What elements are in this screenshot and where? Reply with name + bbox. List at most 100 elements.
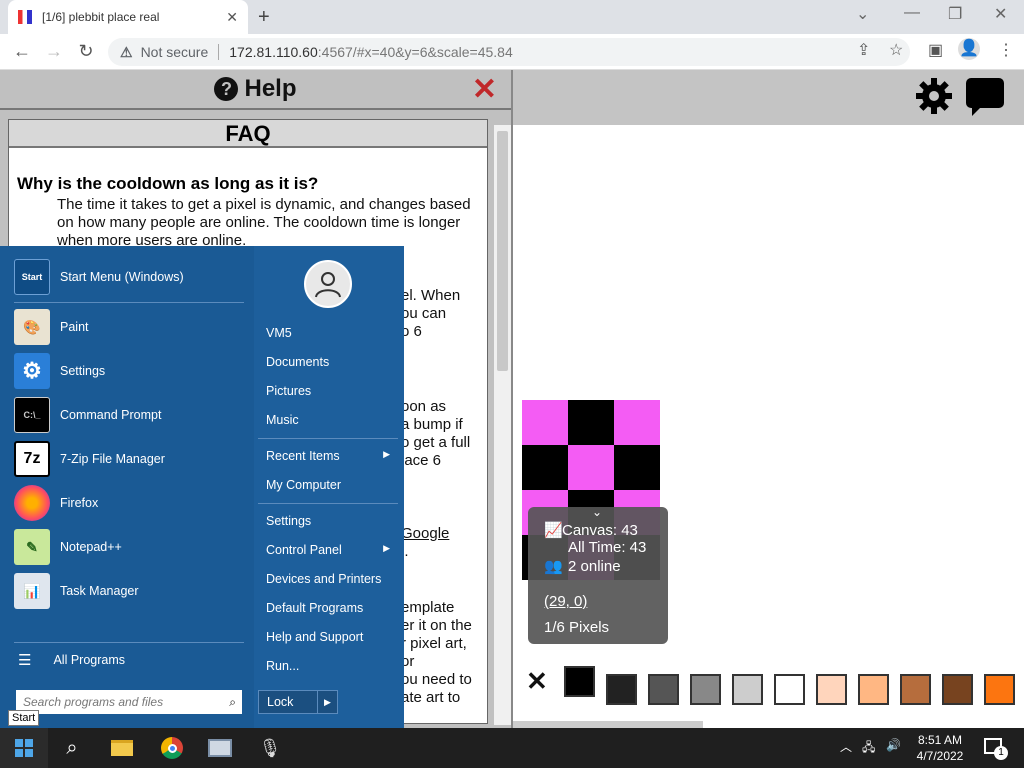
palette-swatch[interactable] <box>606 674 637 705</box>
submenu-arrow-icon: ▶ <box>383 449 390 459</box>
pinned-command-prompt[interactable]: C:\_ Command Prompt <box>14 396 161 434</box>
volume-icon[interactable]: 🔊 <box>886 738 901 768</box>
bookmark-star-icon[interactable]: ☆ <box>889 40 903 60</box>
canvas-pixel[interactable] <box>522 445 568 490</box>
faq-google-link[interactable]: Google <box>401 525 449 543</box>
start-right-item[interactable]: VM5 <box>266 326 394 340</box>
palette-swatch[interactable] <box>942 674 973 705</box>
start-right-item[interactable]: Pictures <box>266 384 394 398</box>
new-tab-button[interactable]: + <box>258 6 270 29</box>
tray-expand-icon[interactable]: ︿ <box>840 738 852 768</box>
browser-tabstrip: [1/6] plebbit place real ✕ + ⌄ — ❐ ✕ <box>0 0 1024 34</box>
palette-swatch[interactable] <box>858 674 889 705</box>
tab-search-chevron-icon[interactable]: ⌄ <box>856 4 869 24</box>
palette-swatch[interactable] <box>984 674 1015 705</box>
start-right-item-submenu[interactable]: Control Panel ▶ <box>266 543 394 557</box>
start-right-item[interactable]: Default Programs <box>266 601 394 615</box>
start-search-input[interactable]: Search programs and files ⌕ <box>16 690 242 714</box>
faq-text-fragment: ou need to <box>401 671 472 688</box>
help-question-icon: ? <box>214 77 239 101</box>
settings-gear-icon[interactable] <box>914 76 954 116</box>
microphone-icon[interactable]: 🎙 <box>246 728 294 768</box>
canvas-pixel[interactable] <box>568 400 614 445</box>
lock-button[interactable]: Lock ▶ <box>258 690 338 714</box>
all-programs-button[interactable]: ☰ All Programs <box>18 641 125 679</box>
remote-desktop-icon[interactable] <box>196 728 244 768</box>
all-time-count: All Time: 43 <box>568 539 647 556</box>
chat-bubble-icon[interactable] <box>964 76 1006 118</box>
chrome-icon[interactable] <box>148 728 196 768</box>
faq-answer: The time it takes to get a pixel is dyna… <box>57 196 471 249</box>
start-right-item[interactable]: Music <box>266 413 394 427</box>
help-scrollbar-thumb[interactable] <box>497 131 508 371</box>
palette-swatch[interactable] <box>774 674 805 705</box>
profile-avatar-icon[interactable]: 👤 <box>958 38 980 60</box>
user-avatar-icon[interactable] <box>304 260 352 308</box>
pinned-paint[interactable]: 🎨 Paint <box>14 308 89 346</box>
start-right-item[interactable]: Settings <box>266 514 394 528</box>
start-right-item[interactable]: Help and Support <box>266 630 394 644</box>
palette-swatch[interactable] <box>900 674 931 705</box>
help-close-icon[interactable]: ✕ <box>472 72 497 107</box>
palette-swatch-selected[interactable] <box>564 666 595 697</box>
window-close-icon[interactable]: ✕ <box>994 4 1007 24</box>
palette-swatch[interactable] <box>732 674 763 705</box>
pinned-7zip[interactable]: 7z 7-Zip File Manager <box>14 440 165 478</box>
clock[interactable]: 8:51 AM 4/7/2022 <box>910 732 970 764</box>
faq-text-fragment: a bump if <box>401 416 463 433</box>
canvas-pixel[interactable] <box>614 445 660 490</box>
back-icon[interactable]: ← <box>6 41 38 62</box>
palette-swatch[interactable] <box>648 674 679 705</box>
palette-close-icon[interactable]: ✕ <box>526 666 548 697</box>
canvas-pixel[interactable] <box>522 400 568 445</box>
palette-swatch[interactable] <box>690 674 721 705</box>
faq-text-fragment: ou can <box>401 305 447 322</box>
collapse-chevron-icon[interactable]: ⌄ <box>592 505 602 519</box>
sidepanel-icon[interactable]: ▣ <box>928 40 943 60</box>
pinned-task-manager[interactable]: 📊 Task Manager <box>14 572 139 610</box>
start-right-item[interactable]: Documents <box>266 355 394 369</box>
reload-icon[interactable]: ↻ <box>70 41 102 62</box>
browser-tab[interactable]: [1/6] plebbit place real ✕ <box>8 0 248 34</box>
pixel-coordinates-link[interactable]: (29, 0) <box>544 593 668 611</box>
pinned-start-menu[interactable]: Start Start Menu (Windows) <box>14 258 184 296</box>
lock-options-arrow-icon[interactable]: ▶ <box>317 691 337 713</box>
clock-time: 8:51 AM <box>917 733 963 747</box>
help-scrollbar[interactable] <box>494 125 511 725</box>
not-secure-warning-icon[interactable]: ⚠ <box>120 44 133 61</box>
url-host: 172.81.110.60 <box>229 44 318 60</box>
7zip-icon: 7z <box>14 441 50 477</box>
faq-title: FAQ <box>9 120 487 148</box>
separator <box>258 503 398 504</box>
canvas-pixel[interactable] <box>614 400 660 445</box>
search-icon[interactable]: ⌕ <box>229 695 236 710</box>
pinned-settings[interactable]: ⚙ Settings <box>14 352 105 390</box>
pinned-notepad-plus[interactable]: ✎ Notepad++ <box>14 528 122 566</box>
file-explorer-icon[interactable] <box>98 728 146 768</box>
forward-icon[interactable]: → <box>38 41 70 62</box>
start-right-item[interactable]: Devices and Printers <box>266 572 394 586</box>
users-icon: 👥 <box>544 558 563 575</box>
faq-text-fragment: er it on the <box>401 617 472 634</box>
browser-menu-icon[interactable]: ⋮ <box>998 40 1014 60</box>
tab-close-icon[interactable]: ✕ <box>226 9 238 26</box>
start-right-item-submenu[interactable]: Recent Items ▶ <box>266 449 394 463</box>
notification-center-icon[interactable]: 1 <box>984 738 1008 760</box>
share-icon[interactable]: ⇪ <box>857 40 870 60</box>
pinned-firefox[interactable]: Firefox <box>14 484 98 522</box>
network-icon[interactable]: 🖧 <box>862 738 875 768</box>
canvas-pixel[interactable] <box>568 445 614 490</box>
horizontal-scrollbar[interactable] <box>513 721 703 728</box>
minimize-icon[interactable]: — <box>904 4 920 22</box>
browser-toolbar: ← → ↻ ⚠ Not secure 172.81.110.60:4567/#x… <box>0 34 1024 70</box>
palette-swatch[interactable] <box>816 674 847 705</box>
address-bar[interactable]: ⚠ Not secure 172.81.110.60:4567/#x=40&y=… <box>108 38 910 66</box>
restore-icon[interactable]: ❐ <box>948 4 962 24</box>
separator <box>258 438 398 439</box>
taskbar-search-icon[interactable]: ⌕ <box>48 728 96 768</box>
not-secure-label[interactable]: Not secure <box>141 44 220 60</box>
start-right-item[interactable]: My Computer <box>266 478 394 492</box>
start-right-item[interactable]: Run... <box>266 659 394 673</box>
pixels-remaining: 1/6 Pixels <box>544 619 610 636</box>
start-button[interactable] <box>0 728 48 768</box>
